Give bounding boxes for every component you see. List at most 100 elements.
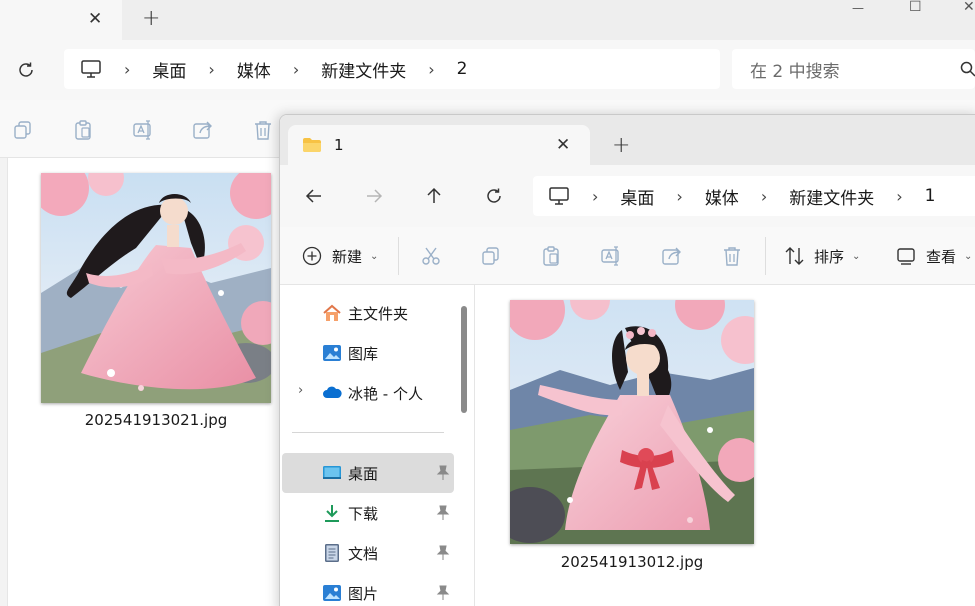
copy-icon[interactable] <box>13 120 33 140</box>
chevron-down-icon: ⌄ <box>852 251 861 262</box>
pin-icon[interactable] <box>436 585 450 601</box>
sort-button[interactable]: 排序 ⌄ <box>780 227 870 285</box>
minimize-button[interactable]: — <box>852 2 864 14</box>
tab-close-button[interactable]: ✕ <box>556 137 570 154</box>
sidebar-item-label: 桌面 <box>348 465 379 483</box>
new-tab-button[interactable]: + <box>612 135 630 157</box>
computer-icon <box>81 60 101 78</box>
folder-icon <box>303 138 321 152</box>
view-icon <box>897 248 915 265</box>
rename-icon[interactable] <box>600 245 622 267</box>
expand-chevron-icon[interactable]: › <box>298 383 303 398</box>
toolbar-divider <box>765 237 766 275</box>
chevron-right-icon: › <box>292 59 300 79</box>
search-icon <box>960 61 975 77</box>
breadcrumb-new-folder[interactable]: 新建文件夹 <box>321 57 406 82</box>
file-name[interactable]: 202541913012.jpg <box>510 553 754 571</box>
view-button[interactable]: 查看 ⌄ <box>892 227 975 285</box>
chevron-right-icon: › <box>760 186 768 206</box>
toolbar-divider <box>398 237 399 275</box>
sort-button-label: 排序 <box>814 248 845 266</box>
pin-icon[interactable] <box>436 545 450 561</box>
tab-folder-1[interactable]: 1 ✕ <box>288 125 590 165</box>
sidebar-item-onedrive[interactable]: › 冰艳 - 个人 <box>282 373 454 413</box>
file-name[interactable]: 202541913021.jpg <box>41 411 271 429</box>
rename-icon[interactable] <box>132 119 154 141</box>
sidebar-item-label: 冰艳 - 个人 <box>348 385 423 403</box>
chevron-right-icon: › <box>896 186 903 206</box>
navigation-bar: › 桌面 › 媒体 › 新建文件夹 › 2 在 2 中搜索 <box>0 40 975 100</box>
breadcrumb-desktop[interactable]: 桌面 <box>620 184 654 209</box>
pin-icon[interactable] <box>436 505 450 521</box>
breadcrumb-new-folder[interactable]: 新建文件夹 <box>789 184 874 209</box>
sidebar-item-home[interactable]: 主文件夹 <box>282 293 454 333</box>
new-button-label: 新建 <box>332 248 363 266</box>
tab-folder-2[interactable]: ✕ <box>0 0 122 40</box>
delete-icon[interactable] <box>253 119 273 141</box>
new-button[interactable]: 新建 ⌄ <box>294 227 384 285</box>
paste-icon[interactable] <box>73 119 93 141</box>
pictures-icon <box>323 585 341 601</box>
sidebar-item-downloads[interactable]: 下载 <box>282 493 454 533</box>
maximize-button[interactable]: ☐ <box>909 0 922 14</box>
tab-close-button[interactable]: ✕ <box>88 11 102 28</box>
new-tab-button[interactable]: + <box>142 8 160 30</box>
sidebar-item-gallery[interactable]: 图库 <box>282 333 454 373</box>
sidebar-item-pictures[interactable]: 图片 <box>282 573 454 606</box>
navigation-bar: › 桌面 › 媒体 › 新建文件夹 › 1 <box>280 165 975 227</box>
up-arrow-icon[interactable] <box>424 186 444 206</box>
cut-icon[interactable] <box>421 246 441 266</box>
chevron-down-icon: ⌄ <box>964 251 973 262</box>
sidebar-item-label: 主文件夹 <box>348 305 409 323</box>
paste-icon[interactable] <box>541 245 561 267</box>
breadcrumb-desktop[interactable]: 桌面 <box>152 57 186 82</box>
sidebar-item-desktop[interactable]: 桌面 <box>282 453 454 493</box>
search-placeholder: 在 2 中搜索 <box>750 61 840 82</box>
chevron-right-icon: › <box>428 59 435 79</box>
pane-divider <box>474 285 475 606</box>
tab-bar: 1 ✕ + <box>280 115 975 165</box>
chevron-right-icon: › <box>124 59 131 79</box>
refresh-icon[interactable] <box>16 60 36 80</box>
command-bar: 新建 ⌄ 排序 ⌄ 查看 ⌄ <box>280 227 975 285</box>
pin-icon[interactable] <box>436 465 450 481</box>
address-bar[interactable]: › 桌面 › 媒体 › 新建文件夹 › 2 <box>64 49 720 89</box>
image-preview <box>510 300 754 544</box>
image-preview <box>41 173 271 403</box>
explorer-window-folder-1: 1 ✕ + › 桌面 › 媒体 › 新建文件夹 › 1 新建 ⌄ 排序 ⌄ 查看… <box>279 114 975 606</box>
delete-icon[interactable] <box>722 245 742 267</box>
back-arrow-icon[interactable] <box>304 186 324 206</box>
copy-icon[interactable] <box>481 246 501 266</box>
file-thumbnail[interactable] <box>510 300 754 544</box>
document-icon <box>325 544 339 562</box>
breadcrumb-media[interactable]: 媒体 <box>705 184 739 209</box>
breadcrumb-media[interactable]: 媒体 <box>237 57 271 82</box>
breadcrumb-folder-2[interactable]: 2 <box>457 59 468 79</box>
tab-bar: ✕ + — ☐ ✕ <box>0 0 975 40</box>
chevron-right-icon: › <box>592 186 599 206</box>
address-bar[interactable]: › 桌面 › 媒体 › 新建文件夹 › 1 <box>533 176 975 216</box>
gallery-icon <box>323 345 341 361</box>
chevron-right-icon: › <box>676 186 683 206</box>
navigation-pane-edge <box>0 158 8 606</box>
sidebar-item-label: 图片 <box>348 585 379 603</box>
file-thumbnail[interactable] <box>41 173 271 403</box>
tab-title: 1 <box>334 136 344 154</box>
forward-arrow-icon[interactable] <box>364 186 384 206</box>
sidebar-item-documents[interactable]: 文档 <box>282 533 454 573</box>
breadcrumb-folder-1[interactable]: 1 <box>925 186 936 206</box>
download-icon <box>325 505 339 522</box>
desktop-icon <box>323 466 341 479</box>
computer-icon <box>549 187 569 205</box>
home-icon <box>323 304 341 321</box>
sidebar-item-label: 下载 <box>348 505 379 523</box>
sidebar-item-label: 图库 <box>348 345 379 363</box>
sidebar-scrollbar[interactable] <box>461 306 467 413</box>
sort-icon <box>785 247 804 265</box>
share-icon[interactable] <box>661 245 683 267</box>
view-button-label: 查看 <box>926 248 957 266</box>
share-icon[interactable] <box>192 119 214 141</box>
close-button[interactable]: ✕ <box>963 0 975 14</box>
refresh-icon[interactable] <box>484 186 504 206</box>
search-input[interactable]: 在 2 中搜索 <box>732 49 975 89</box>
